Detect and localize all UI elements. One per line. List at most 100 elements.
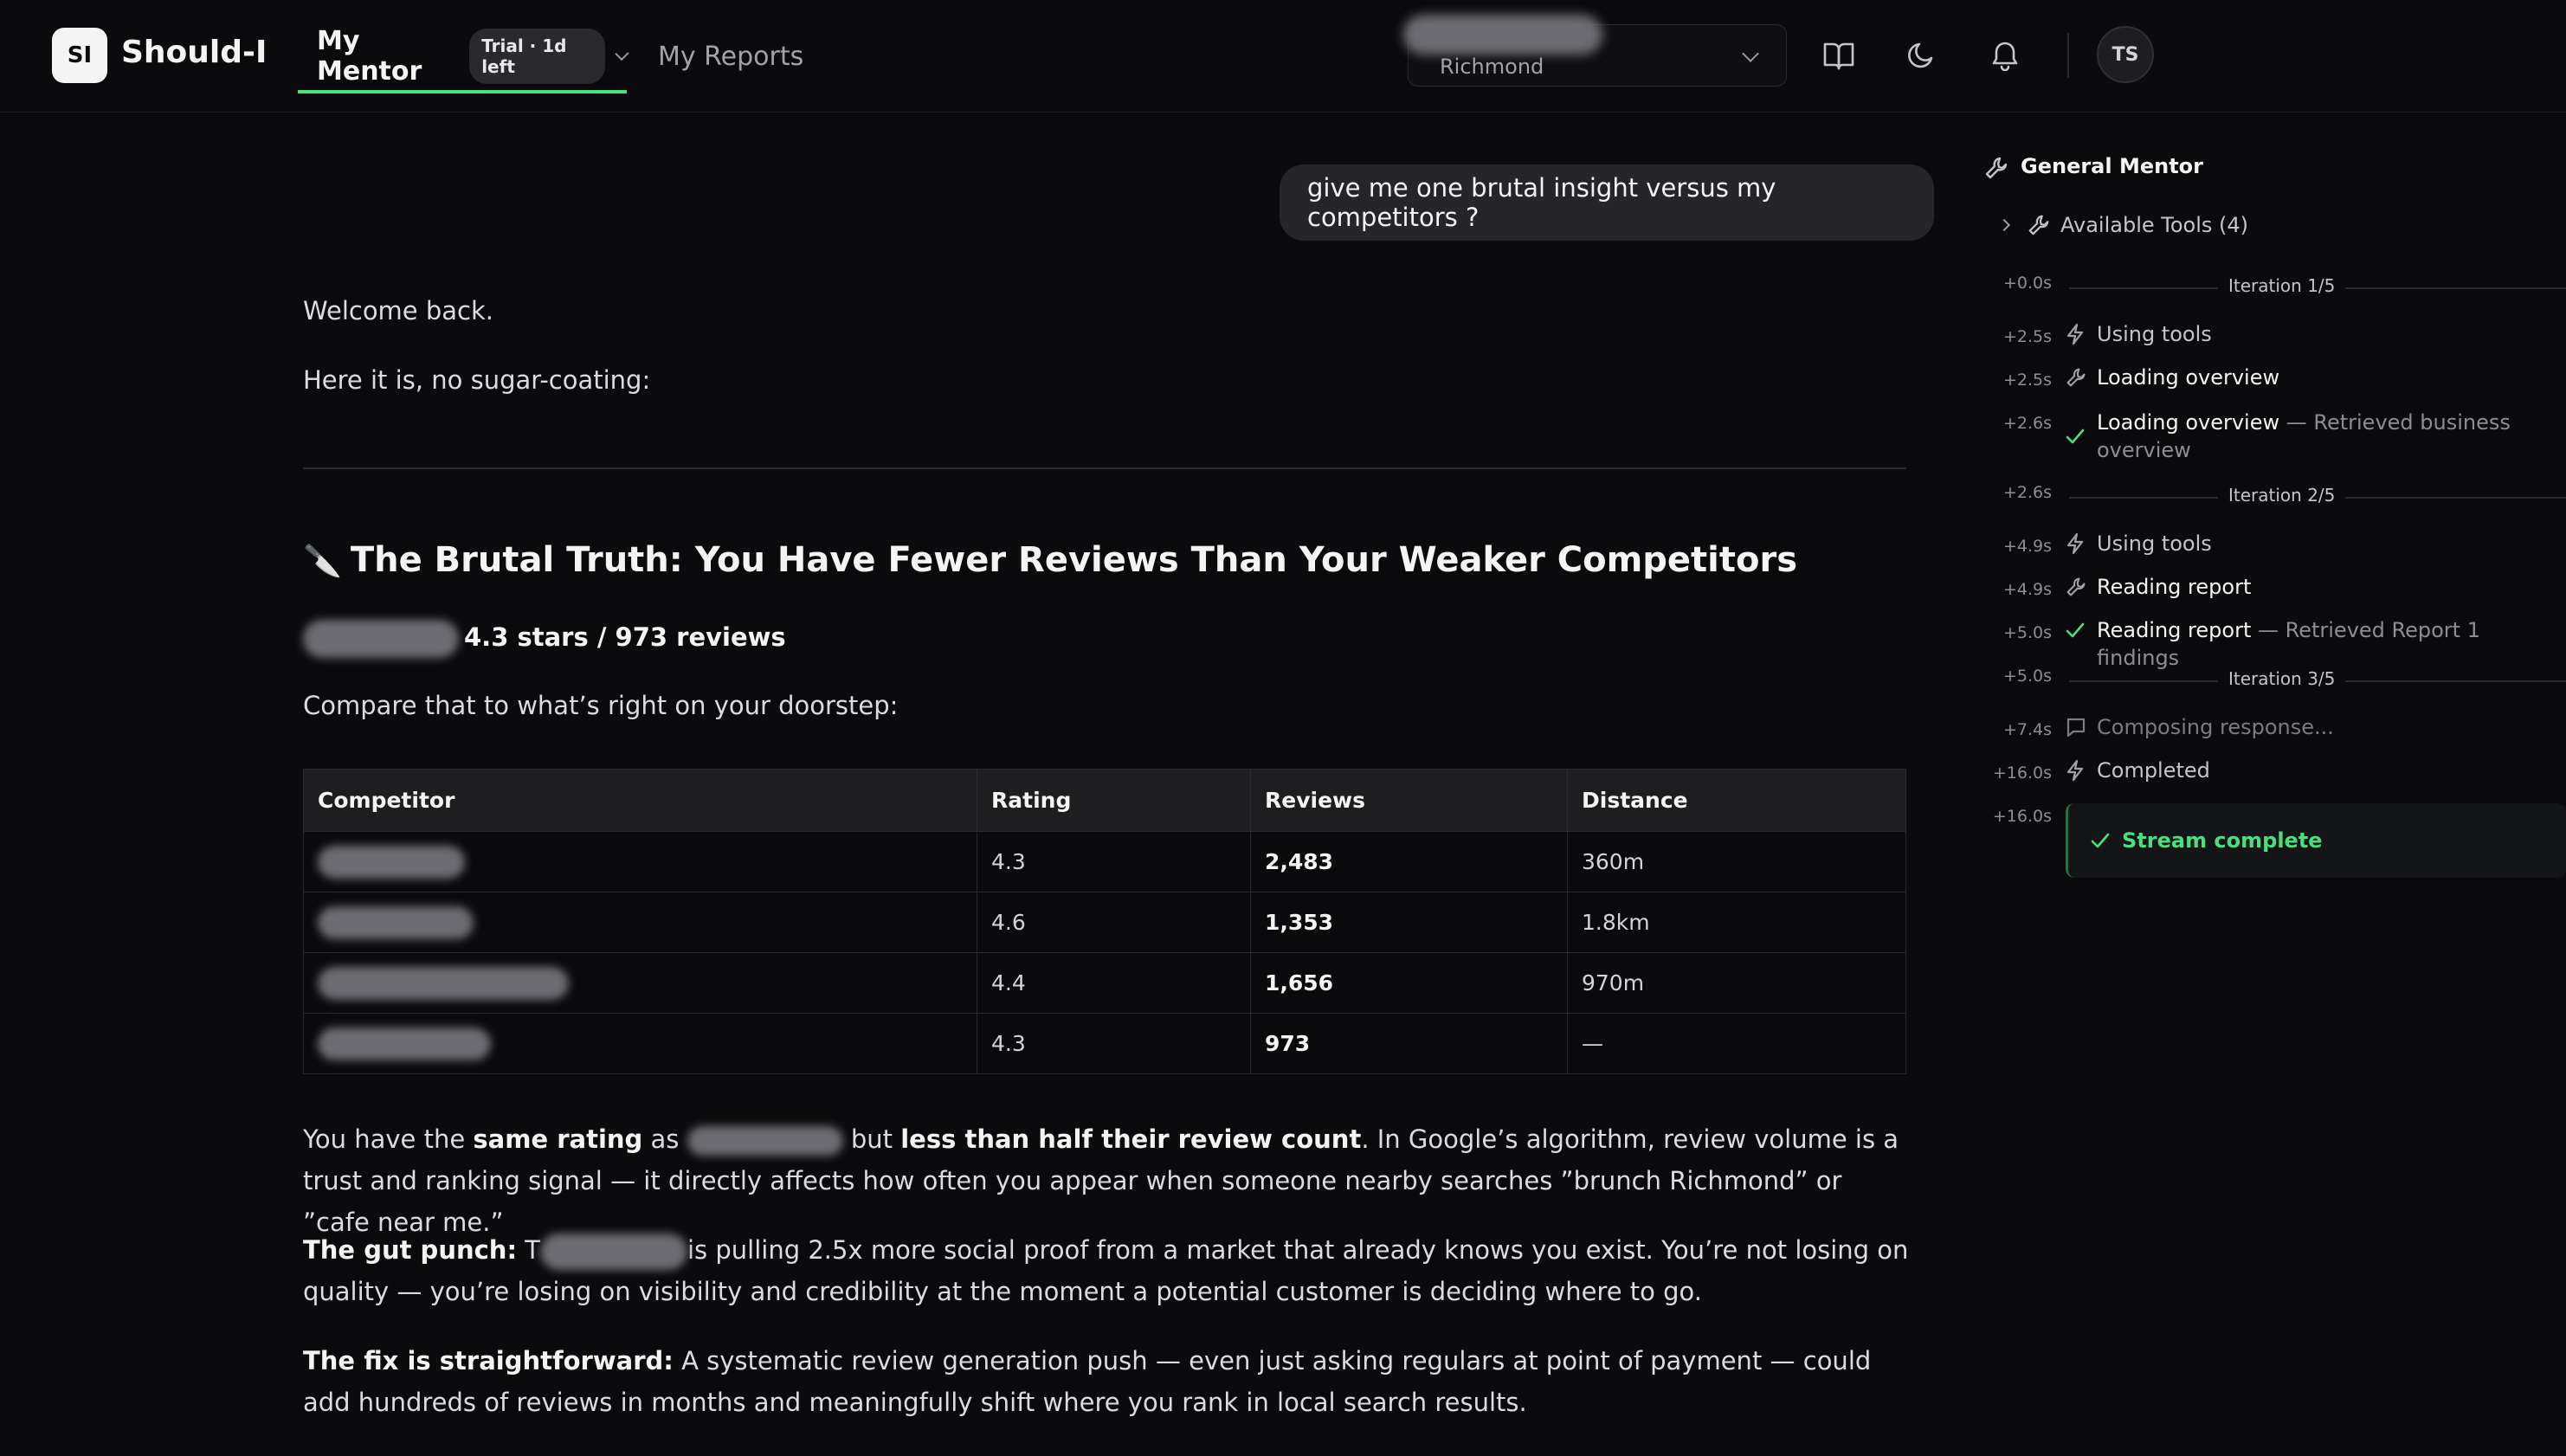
- timeline-event: Using tools: [2066, 530, 2566, 557]
- rating-cell: 4.3: [977, 1013, 1251, 1074]
- business-stats-text: 4.3 stars / 973 reviews: [464, 622, 786, 652]
- tab-my-mentor-label: My Mentor: [317, 26, 422, 87]
- panel-title: General Mentor: [2021, 154, 2203, 178]
- bolt-icon: [2066, 323, 2084, 345]
- redacted-name: [318, 966, 569, 1000]
- wrench-icon: [2028, 215, 2049, 235]
- bolt-icon: [2066, 759, 2084, 782]
- rating-cell: 4.3: [977, 831, 1251, 892]
- text-run-bold: less than half their review count: [900, 1124, 1362, 1154]
- location-value: Richmond: [1440, 55, 1544, 79]
- reviews-cell: 1,353: [1250, 892, 1568, 953]
- chevron-right-icon: [1997, 218, 2011, 232]
- wrench-icon: [2066, 577, 2086, 596]
- distance-cell: 360m: [1567, 831, 1906, 892]
- iteration-divider: Iteration 2/5: [2069, 485, 2566, 506]
- available-tools-toggle[interactable]: Available Tools (4): [1997, 213, 2249, 237]
- timeline-event: Reading report — Retrieved Report 1 find…: [2066, 616, 2566, 672]
- event-label: Using tools: [2097, 322, 2212, 346]
- chevron-down-icon[interactable]: [615, 46, 629, 61]
- distance-cell: —: [1567, 1013, 1906, 1074]
- rating-cell: 4.6: [977, 892, 1251, 953]
- timestamp: +0.0s: [2002, 274, 2052, 293]
- event-label: Completed: [2097, 758, 2210, 783]
- header-divider: [2067, 33, 2069, 78]
- table-row: 4.6 1,353 1.8km: [303, 892, 1906, 953]
- iteration-divider: Iteration 1/5: [2069, 275, 2566, 296]
- column-header: Distance: [1567, 769, 1906, 832]
- business-stats: 4.3 stars / 973 reviews: [303, 620, 786, 658]
- timestamp: +4.9s: [2002, 580, 2052, 599]
- check-icon: [2066, 622, 2085, 638]
- book-icon[interactable]: [1818, 35, 1860, 76]
- assistant-greeting: Welcome back.: [303, 296, 494, 325]
- text-run-bold: The fix is straightforward:: [303, 1346, 674, 1375]
- mentor-activity-panel: General Mentor Available Tools (4) +0.0s…: [1974, 139, 2566, 1177]
- event-label: Reading report: [2097, 618, 2252, 642]
- knife-icon: 🔪: [303, 544, 342, 579]
- timestamp: +2.5s: [2002, 370, 2052, 390]
- timeline-event: Completed: [2066, 757, 2566, 784]
- gut-punch-paragraph: The gut punch: Tis pulling 2.5x more soc…: [303, 1229, 1913, 1312]
- timestamp: +5.0s: [2002, 667, 2052, 686]
- fix-paragraph: The fix is straightforward: A systematic…: [303, 1340, 1913, 1423]
- text-run-bold: same rating: [473, 1124, 643, 1154]
- timeline-event: Reading report: [2066, 573, 2566, 601]
- distance-cell: 1.8km: [1567, 892, 1906, 953]
- redacted-competitor: [687, 1126, 843, 1156]
- redacted-name: [318, 905, 474, 939]
- wrench-icon: [1985, 157, 2008, 179]
- reviews-cell: 2,483: [1250, 831, 1568, 892]
- competitor-table: Competitor Rating Reviews Distance 4.3 2…: [303, 769, 1906, 1074]
- iteration-label: Iteration 1/5: [2218, 275, 2346, 296]
- redacted-business-name: [1403, 15, 1602, 55]
- competitor-name-redacted: [303, 892, 977, 953]
- moon-icon[interactable]: [1901, 35, 1943, 76]
- timestamp: +2.6s: [2002, 414, 2052, 433]
- event-label: Using tools: [2097, 532, 2212, 556]
- redacted-competitor: [539, 1234, 687, 1270]
- timestamp: +2.5s: [2002, 327, 2052, 346]
- message-icon: [2066, 718, 2086, 738]
- user-message: give me one brutal insight versus my com…: [1280, 164, 1934, 241]
- divider: [303, 467, 1906, 469]
- table-row: 4.3 973 —: [303, 1013, 1906, 1074]
- response-heading: 🔪 The Brutal Truth: You Have Fewer Review…: [303, 540, 1797, 580]
- iteration-label: Iteration 3/5: [2218, 668, 2346, 689]
- event-label: Loading overview: [2097, 365, 2280, 390]
- text-run: You have the: [303, 1124, 474, 1154]
- tab-my-mentor[interactable]: My Mentor Trial · 1d left: [298, 23, 629, 93]
- avatar[interactable]: TS: [2097, 26, 2154, 83]
- column-header: Competitor: [303, 769, 977, 832]
- brand-name[interactable]: Should-I: [121, 35, 267, 70]
- assistant-intro: Here it is, no sugar-coating:: [303, 365, 651, 395]
- timeline-event: Using tools: [2066, 320, 2566, 348]
- event-label: Loading overview: [2097, 410, 2280, 435]
- event-label: Composing response...: [2097, 715, 2334, 739]
- app-logo[interactable]: SI: [52, 28, 107, 83]
- event-label: Stream complete: [2122, 828, 2323, 853]
- check-icon: [2066, 428, 2085, 444]
- text-run: but: [842, 1124, 901, 1154]
- bell-icon[interactable]: [1984, 35, 2026, 76]
- response-heading-text: The Brutal Truth: You Have Fewer Reviews…: [350, 540, 1797, 580]
- available-tools-label: Available Tools (4): [2060, 213, 2249, 237]
- timeline-event: Loading overview: [2066, 364, 2566, 391]
- distance-cell: 970m: [1567, 952, 1906, 1014]
- stream-complete-status: Stream complete: [2066, 803, 2566, 878]
- tab-my-reports[interactable]: My Reports: [658, 42, 803, 72]
- redacted-name: [318, 1027, 491, 1060]
- timeline-event: Composing response...: [2066, 713, 2566, 741]
- text-run-bold: The gut punch:: [303, 1235, 518, 1265]
- reviews-cell: 1,656: [1250, 952, 1568, 1014]
- text-run: as: [642, 1124, 687, 1154]
- location-select[interactable]: Richmond: [1403, 15, 1787, 87]
- table-header-row: Competitor Rating Reviews Distance: [303, 769, 1906, 832]
- reviews-cell: 973: [1250, 1013, 1568, 1074]
- competitor-name-redacted: [303, 1013, 977, 1074]
- competitor-name-redacted: [303, 831, 977, 892]
- wrench-icon: [2066, 368, 2086, 387]
- event-label: Reading report: [2097, 575, 2252, 599]
- timestamp: +7.4s: [2002, 720, 2052, 739]
- timestamp: +4.9s: [2002, 537, 2052, 556]
